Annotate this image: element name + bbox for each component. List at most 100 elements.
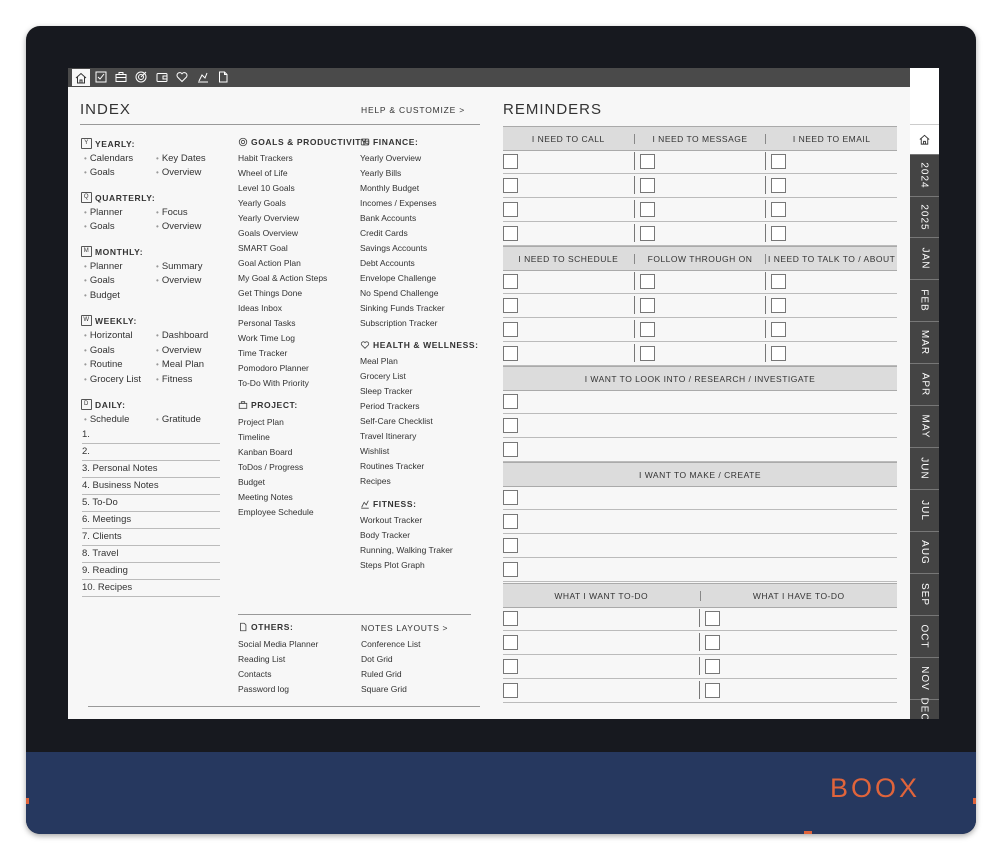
notes-link[interactable]: 3. Personal Notes xyxy=(82,461,220,478)
tab-dec[interactable]: DEC xyxy=(910,697,939,719)
reminder-checkbox[interactable] xyxy=(771,274,786,289)
reminder-checkbox[interactable] xyxy=(640,274,655,289)
goals-item[interactable]: SMART Goal xyxy=(238,243,288,253)
home-icon[interactable] xyxy=(72,69,90,86)
reminder-checkbox[interactable] xyxy=(705,611,720,626)
weekly-goals-link[interactable]: Goals xyxy=(84,345,115,356)
reminder-checkbox[interactable] xyxy=(503,659,518,674)
finance-item[interactable]: Yearly Overview xyxy=(360,153,421,163)
reminder-checkbox[interactable] xyxy=(640,226,655,241)
health-item[interactable]: Recipes xyxy=(360,476,391,486)
reminder-checkbox[interactable] xyxy=(503,683,518,698)
finance-item[interactable]: Monthly Budget xyxy=(360,183,419,193)
health-item[interactable]: Sleep Tracker xyxy=(360,386,412,396)
reminder-checkbox[interactable] xyxy=(705,635,720,650)
reminder-checkbox[interactable] xyxy=(503,226,518,241)
tab-2025[interactable]: 2025 xyxy=(910,197,939,238)
finance-link[interactable]: FINANCE: xyxy=(360,137,418,147)
goals-item[interactable]: Yearly Overview xyxy=(238,213,299,223)
fitness-item[interactable]: Running, Walking Traker xyxy=(360,545,453,555)
finance-item[interactable]: Savings Accounts xyxy=(360,243,427,253)
project-item[interactable]: Project Plan xyxy=(238,417,284,427)
goals-item[interactable]: To-Do With Priority xyxy=(238,378,309,388)
finance-item[interactable]: Subscription Tracker xyxy=(360,318,437,328)
notes-link[interactable]: 9. Reading xyxy=(82,563,220,580)
tab-feb[interactable]: FEB xyxy=(910,280,939,322)
reminder-checkbox[interactable] xyxy=(771,322,786,337)
monthly-planner-link[interactable]: Planner xyxy=(84,261,123,272)
quarterly-planner-link[interactable]: Planner xyxy=(84,207,123,218)
weekly-dashboard-link[interactable]: Dashboard xyxy=(156,330,208,341)
yearly-link[interactable]: Y YEARLY: xyxy=(81,138,135,149)
monthly-budget-link[interactable]: Budget xyxy=(84,290,120,301)
health-item[interactable]: Grocery List xyxy=(360,371,406,381)
reminder-checkbox[interactable] xyxy=(503,562,518,577)
yearly-overview-link[interactable]: Overview xyxy=(156,167,202,178)
goals-item[interactable]: Goals Overview xyxy=(238,228,298,238)
monthly-summary-link[interactable]: Summary xyxy=(156,261,203,272)
others-item[interactable]: Password log xyxy=(238,684,289,694)
goals-item[interactable]: Work Time Log xyxy=(238,333,295,343)
reminder-checkbox[interactable] xyxy=(771,202,786,217)
weekly-fitness-link[interactable]: Fitness xyxy=(156,374,193,385)
goals-item[interactable]: Level 10 Goals xyxy=(238,183,295,193)
tab-jun[interactable]: JUN xyxy=(910,448,939,490)
reminder-checkbox[interactable] xyxy=(640,154,655,169)
yearly-calendars-link[interactable]: Calendars xyxy=(84,153,133,164)
goals-item[interactable]: Ideas Inbox xyxy=(238,303,282,313)
finance-item[interactable]: Credit Cards xyxy=(360,228,408,238)
others-item[interactable]: Social Media Planner xyxy=(238,639,318,649)
health-item[interactable]: Period Trackers xyxy=(360,401,420,411)
notes-layout-item[interactable]: Ruled Grid xyxy=(361,669,402,679)
project-item[interactable]: Meeting Notes xyxy=(238,492,293,502)
fitness-item[interactable]: Steps Plot Graph xyxy=(360,560,425,570)
reminder-checkbox[interactable] xyxy=(503,418,518,433)
finance-item[interactable]: Bank Accounts xyxy=(360,213,416,223)
reminder-checkbox[interactable] xyxy=(503,538,518,553)
reminder-checkbox[interactable] xyxy=(705,683,720,698)
reminder-checkbox[interactable] xyxy=(503,202,518,217)
reminder-checkbox[interactable] xyxy=(771,154,786,169)
reminder-checkbox[interactable] xyxy=(503,442,518,457)
reminder-checkbox[interactable] xyxy=(503,611,518,626)
weekly-routine-link[interactable]: Routine xyxy=(84,359,123,370)
daily-gratitude-link[interactable]: Gratitude xyxy=(156,414,201,425)
quarterly-overview-link[interactable]: Overview xyxy=(156,221,202,232)
notes-layouts-link[interactable]: NOTES LAYOUTS > xyxy=(361,623,448,633)
daily-link[interactable]: D DAILY: xyxy=(81,399,126,410)
tab-home[interactable] xyxy=(910,125,939,155)
project-link[interactable]: PROJECT: xyxy=(238,400,298,410)
fitness-item[interactable]: Body Tracker xyxy=(360,530,410,540)
tab-blank[interactable] xyxy=(910,68,939,125)
reminder-checkbox[interactable] xyxy=(503,298,518,313)
tab-oct[interactable]: OCT xyxy=(910,616,939,658)
reminder-checkbox[interactable] xyxy=(640,202,655,217)
goals-item[interactable]: Yearly Goals xyxy=(238,198,286,208)
reminder-checkbox[interactable] xyxy=(503,154,518,169)
tab-apr[interactable]: APR xyxy=(910,364,939,406)
reminder-checkbox[interactable] xyxy=(771,298,786,313)
tab-jan[interactable]: JAN xyxy=(910,238,939,280)
fitness-icon[interactable] xyxy=(196,70,210,84)
checklist-icon[interactable] xyxy=(94,70,108,84)
quarterly-link[interactable]: Q QUARTERLY: xyxy=(81,192,155,203)
project-item[interactable]: Timeline xyxy=(238,432,270,442)
tab-nov[interactable]: NOV xyxy=(910,658,939,700)
reminder-checkbox[interactable] xyxy=(503,635,518,650)
tab-2024[interactable]: 2024 xyxy=(910,155,939,197)
notes-layout-item[interactable]: Conference List xyxy=(361,639,421,649)
goals-item[interactable]: Habit Trackers xyxy=(238,153,293,163)
heart-icon[interactable] xyxy=(175,70,189,84)
health-item[interactable]: Meal Plan xyxy=(360,356,398,366)
health-item[interactable]: Self-Care Checklist xyxy=(360,416,433,426)
monthly-link[interactable]: M MONTHLY: xyxy=(81,246,143,257)
notes-link[interactable]: 8. Travel xyxy=(82,546,220,563)
reminder-checkbox[interactable] xyxy=(503,490,518,505)
goals-item[interactable]: My Goal & Action Steps xyxy=(238,273,327,283)
document-icon[interactable] xyxy=(216,70,230,84)
finance-item[interactable]: Sinking Funds Tracker xyxy=(360,303,445,313)
reminder-checkbox[interactable] xyxy=(771,226,786,241)
reminder-checkbox[interactable] xyxy=(771,346,786,361)
tab-may[interactable]: MAY xyxy=(910,406,939,448)
goals-item[interactable]: Personal Tasks xyxy=(238,318,295,328)
